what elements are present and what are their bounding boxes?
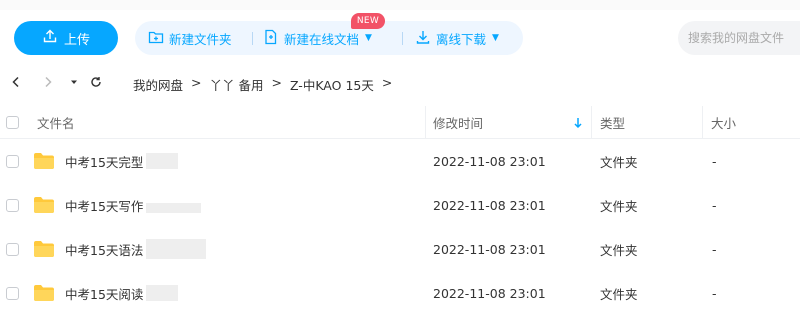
file-name[interactable]: 中考15天阅读 [65, 284, 143, 303]
file-size: - [712, 241, 717, 257]
header-modified[interactable]: 修改时间 [433, 106, 483, 139]
file-size: - [712, 285, 717, 301]
toolbar: 上传 新建文件夹 新建在线文档 ▼ 离线下载 ▼ NEW 搜索我的网盘文件 [0, 0, 800, 68]
refresh-icon [90, 76, 102, 92]
select-all-checkbox[interactable] [6, 106, 19, 139]
upload-icon [42, 28, 58, 48]
row-checkbox[interactable] [6, 286, 19, 300]
breadcrumb-item[interactable]: 丫丫 备用 [210, 75, 264, 94]
row-checkbox[interactable] [6, 242, 19, 256]
header-name[interactable]: 文件名 [37, 106, 75, 139]
breadcrumb-separator: > [191, 75, 202, 90]
file-table: 文件名 修改时间 类型 大小 中考15天完型 2022-11-08 23:01 … [0, 106, 800, 315]
forward-button[interactable] [38, 74, 58, 94]
modified-time: 2022-11-08 23:01 [433, 153, 546, 169]
file-size: - [712, 197, 717, 213]
file-name[interactable]: 中考15天完型 [65, 152, 143, 171]
modified-time: 2022-11-08 23:01 [433, 197, 546, 213]
column-divider[interactable] [591, 106, 592, 139]
nav-bar: 我的网盘 > 丫丫 备用 > Z-中KAO 15天 > [0, 68, 800, 100]
sort-down-icon[interactable] [573, 117, 583, 129]
folder-icon [34, 197, 54, 213]
refresh-button[interactable] [86, 74, 106, 94]
search-input[interactable] [678, 21, 800, 55]
modified-time: 2022-11-08 23:01 [433, 241, 546, 257]
upload-button[interactable]: 上传 [14, 21, 118, 55]
table-row[interactable]: 中考15天写作 2022-11-08 23:01 文件夹 - [0, 183, 800, 227]
row-checkbox[interactable] [6, 198, 19, 212]
chevron-right-icon [42, 76, 54, 92]
breadcrumb-separator: > [381, 75, 393, 90]
file-type: 文件夹 [600, 242, 638, 258]
redacted-block [146, 285, 179, 301]
table-header: 文件名 修改时间 类型 大小 [0, 106, 800, 139]
offline-download-label: 离线下载 [436, 31, 487, 47]
new-folder-button[interactable]: 新建文件夹 [148, 21, 232, 55]
folder-icon [34, 285, 54, 301]
redacted-block [146, 153, 179, 169]
history-dropdown-button[interactable] [64, 74, 84, 94]
column-divider[interactable] [702, 106, 703, 139]
new-folder-icon [148, 29, 164, 48]
offline-download-button[interactable]: 离线下载 ▼ [415, 21, 499, 55]
file-name[interactable]: 中考15天写作 [65, 196, 143, 215]
file-type: 文件夹 [600, 154, 638, 170]
folder-icon [34, 153, 54, 169]
header-size[interactable]: 大小 [711, 106, 736, 139]
header-type[interactable]: 类型 [600, 106, 625, 139]
redacted-block [146, 239, 207, 259]
breadcrumb: 我的网盘 > 丫丫 备用 > Z-中KAO 15天 > [133, 75, 392, 94]
table-row[interactable]: 中考15天语法 2022-11-08 23:01 文件夹 - [0, 227, 800, 271]
folder-icon [34, 241, 54, 257]
breadcrumb-item[interactable]: Z-中KAO 15天 [290, 75, 374, 94]
divider [252, 32, 253, 45]
upload-label: 上传 [63, 32, 90, 48]
new-folder-label: 新建文件夹 [169, 31, 232, 47]
new-online-doc-label: 新建在线文档 [284, 31, 360, 47]
file-type: 文件夹 [600, 198, 638, 214]
file-size: - [712, 153, 717, 169]
divider [402, 32, 403, 45]
row-checkbox[interactable] [6, 154, 19, 168]
new-badge: NEW [351, 13, 385, 29]
breadcrumb-separator: > [271, 75, 282, 90]
caret-down-icon: ▼ [365, 33, 372, 43]
table-row[interactable]: 中考15天阅读 2022-11-08 23:01 文件夹 - [0, 271, 800, 315]
chevron-left-icon [10, 76, 22, 92]
checkbox[interactable] [6, 116, 19, 129]
file-type: 文件夹 [600, 286, 638, 302]
column-divider[interactable] [425, 106, 426, 139]
action-group: 新建文件夹 新建在线文档 ▼ 离线下载 ▼ [135, 21, 523, 55]
table-row[interactable]: 中考15天完型 2022-11-08 23:01 文件夹 - [0, 139, 800, 183]
back-button[interactable] [6, 74, 26, 94]
breadcrumb-item[interactable]: 我的网盘 [133, 75, 183, 94]
file-name[interactable]: 中考15天语法 [65, 240, 143, 259]
redacted-block [146, 203, 202, 213]
caret-down-icon [68, 76, 80, 92]
new-doc-icon [263, 29, 279, 48]
download-icon [415, 29, 431, 48]
modified-time: 2022-11-08 23:01 [433, 285, 546, 301]
caret-down-icon: ▼ [492, 33, 499, 43]
